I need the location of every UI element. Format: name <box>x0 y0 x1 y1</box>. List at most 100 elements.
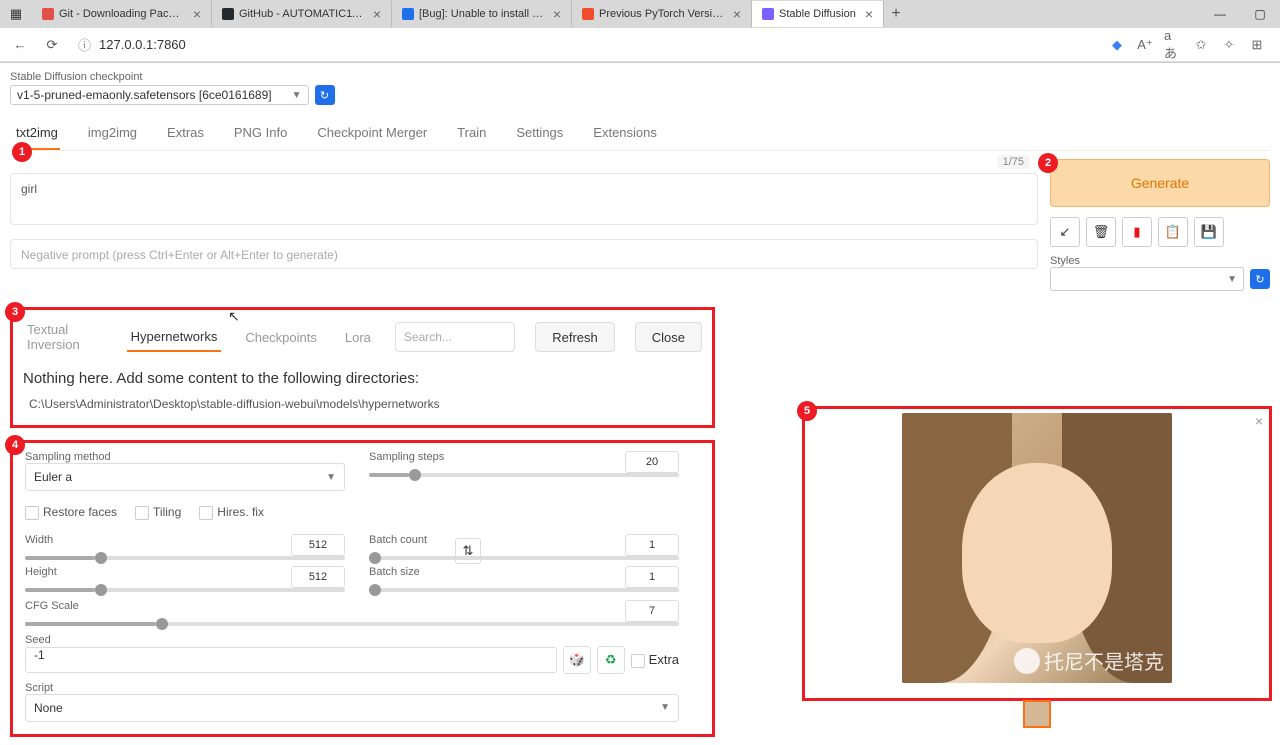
seed-input[interactable]: -1 <box>25 647 557 673</box>
negative-prompt-input[interactable]: Negative prompt (press Ctrl+Enter or Alt… <box>10 239 1038 269</box>
restore-faces-checkbox[interactable] <box>25 506 39 520</box>
generation-params-panel: 4 Sampling method Euler a▼ Sampling step… <box>10 440 715 737</box>
browser-tab[interactable]: [Bug]: Unable to install webui du…× <box>392 1 572 27</box>
height-label: Height <box>25 566 57 588</box>
address-bar: ← ⟳ ⓘ 127.0.0.1:7860 ◆ A⁺ aあ ✩ ✧ ⊞ <box>0 28 1280 62</box>
batch-count-slider[interactable] <box>369 556 679 560</box>
collections-icon[interactable]: ✧ <box>1220 36 1238 54</box>
styles-select[interactable]: ▼ <box>1050 267 1244 291</box>
callout-5: 5 <box>797 401 817 421</box>
callout-2: 2 <box>1038 153 1058 173</box>
browser-tab[interactable]: Previous PyTorch Versions | PyTo…× <box>572 1 752 27</box>
close-icon[interactable]: × <box>733 6 741 22</box>
tabs-bar: ▦ Git - Downloading Package× GitHub - AU… <box>0 0 1280 28</box>
new-tab-button[interactable]: + <box>884 5 908 23</box>
styles-label: Styles <box>1050 255 1270 267</box>
checkpoint-select[interactable]: v1-5-pruned-emaonly.safetensors [6ce0161… <box>10 85 309 105</box>
clear-icon[interactable]: 🗑 <box>1086 217 1116 247</box>
extra-tab-hypernetworks[interactable]: Hypernetworks <box>127 323 222 352</box>
checkpoint-label: Stable Diffusion checkpoint <box>10 71 1270 83</box>
back-button[interactable]: ← <box>8 33 32 57</box>
close-icon[interactable]: × <box>553 6 561 22</box>
chevron-down-icon: ▼ <box>660 702 670 713</box>
empty-message: Nothing here. Add some content to the fo… <box>23 370 702 387</box>
close-icon[interactable]: × <box>193 6 201 22</box>
extra-networks-icon[interactable]: ▮ <box>1122 217 1152 247</box>
close-icon[interactable]: × <box>373 6 381 22</box>
tab-img2img[interactable]: img2img <box>86 117 139 150</box>
batch-size-slider[interactable] <box>369 588 679 592</box>
tiling-checkbox[interactable] <box>135 506 149 520</box>
batch-count-value[interactable]: 1 <box>625 534 679 556</box>
extra-tab-checkpoints[interactable]: Checkpoints <box>241 324 321 351</box>
paste-icon[interactable]: 📋 <box>1158 217 1188 247</box>
close-icon[interactable]: × <box>865 6 873 22</box>
tab-extras[interactable]: Extras <box>165 117 206 150</box>
hires-fix-checkbox[interactable] <box>199 506 213 520</box>
thumbnail[interactable] <box>1023 700 1051 728</box>
refresh-styles-button[interactable]: ↻ <box>1250 269 1270 289</box>
text-icon[interactable]: A⁺ <box>1136 36 1154 54</box>
favorite-icon[interactable]: ✩ <box>1192 36 1210 54</box>
callout-1: 1 <box>12 142 32 162</box>
close-button[interactable]: Close <box>635 322 702 352</box>
info-icon: ⓘ <box>78 35 91 54</box>
close-icon[interactable]: × <box>1255 413 1263 429</box>
save-icon[interactable]: 💾 <box>1194 217 1224 247</box>
search-input[interactable]: Search... <box>395 322 515 352</box>
swap-dimensions-button[interactable]: ⇅ <box>455 538 481 564</box>
minimize-button[interactable]: — <box>1200 0 1240 28</box>
extra-checkbox[interactable] <box>631 654 645 668</box>
refresh-button[interactable]: Refresh <box>535 322 615 352</box>
window-menu-icon[interactable]: ▦ <box>8 6 24 22</box>
browser-tab-active[interactable]: Stable Diffusion× <box>752 1 884 27</box>
generate-button[interactable]: Generate <box>1050 159 1270 207</box>
extensions-icon[interactable]: ⊞ <box>1248 36 1266 54</box>
cfg-slider[interactable] <box>25 622 679 626</box>
wechat-icon <box>1014 648 1040 674</box>
url-input[interactable]: ⓘ 127.0.0.1:7860 <box>72 35 1100 54</box>
sampling-steps-slider[interactable] <box>369 473 679 477</box>
sampling-steps-value[interactable]: 20 <box>625 451 679 473</box>
watermark: 托尼不是塔克 <box>1014 646 1164 675</box>
width-slider[interactable] <box>25 556 345 560</box>
callout-3: 3 <box>5 302 25 322</box>
generated-image[interactable]: 托尼不是塔克 <box>902 413 1172 683</box>
extra-tab-lora[interactable]: Lora <box>341 324 375 351</box>
callout-4: 4 <box>5 435 25 455</box>
sampling-method-label: Sampling method <box>25 451 345 463</box>
dice-icon[interactable]: 🎲 <box>563 646 591 674</box>
refresh-checkpoint-button[interactable]: ↻ <box>315 85 335 105</box>
browser-chrome: ▦ Git - Downloading Package× GitHub - AU… <box>0 0 1280 63</box>
browser-tab[interactable]: GitHub - AUTOMATIC1111/stabl…× <box>212 1 392 27</box>
sampling-method-select[interactable]: Euler a▼ <box>25 463 345 491</box>
prompt-input[interactable]: girl <box>10 173 1038 225</box>
height-slider[interactable] <box>25 588 345 592</box>
cfg-label: CFG Scale <box>25 600 79 622</box>
directory-path: C:\Users\Administrator\Desktop\stable-di… <box>29 397 702 411</box>
batch-size-value[interactable]: 1 <box>625 566 679 588</box>
shopping-icon[interactable]: ◆ <box>1108 36 1126 54</box>
edit-icon[interactable]: ↙ <box>1050 217 1080 247</box>
script-label: Script <box>25 682 679 694</box>
height-value[interactable]: 512 <box>291 566 345 588</box>
token-counter: 1/75 <box>997 155 1030 169</box>
recycle-icon[interactable]: ♻ <box>597 646 625 674</box>
output-gallery: 5 × 托尼不是塔克 <box>802 406 1272 701</box>
tab-train[interactable]: Train <box>455 117 488 150</box>
refresh-button[interactable]: ⟳ <box>40 33 64 57</box>
maximize-button[interactable]: ▢ <box>1240 0 1280 28</box>
width-value[interactable]: 512 <box>291 534 345 556</box>
read-icon[interactable]: aあ <box>1164 36 1182 54</box>
tab-pnginfo[interactable]: PNG Info <box>232 117 289 150</box>
cfg-value[interactable]: 7 <box>625 600 679 622</box>
browser-tab[interactable]: Git - Downloading Package× <box>32 1 212 27</box>
chevron-down-icon: ▼ <box>292 90 302 101</box>
tab-settings[interactable]: Settings <box>514 117 565 150</box>
script-select[interactable]: None▼ <box>25 694 679 722</box>
width-label: Width <box>25 534 53 556</box>
tab-extensions[interactable]: Extensions <box>591 117 659 150</box>
extra-tab-textual-inversion[interactable]: Textual Inversion <box>23 316 107 358</box>
chevron-down-icon: ▼ <box>1227 274 1237 285</box>
tab-ckpt-merger[interactable]: Checkpoint Merger <box>315 117 429 150</box>
